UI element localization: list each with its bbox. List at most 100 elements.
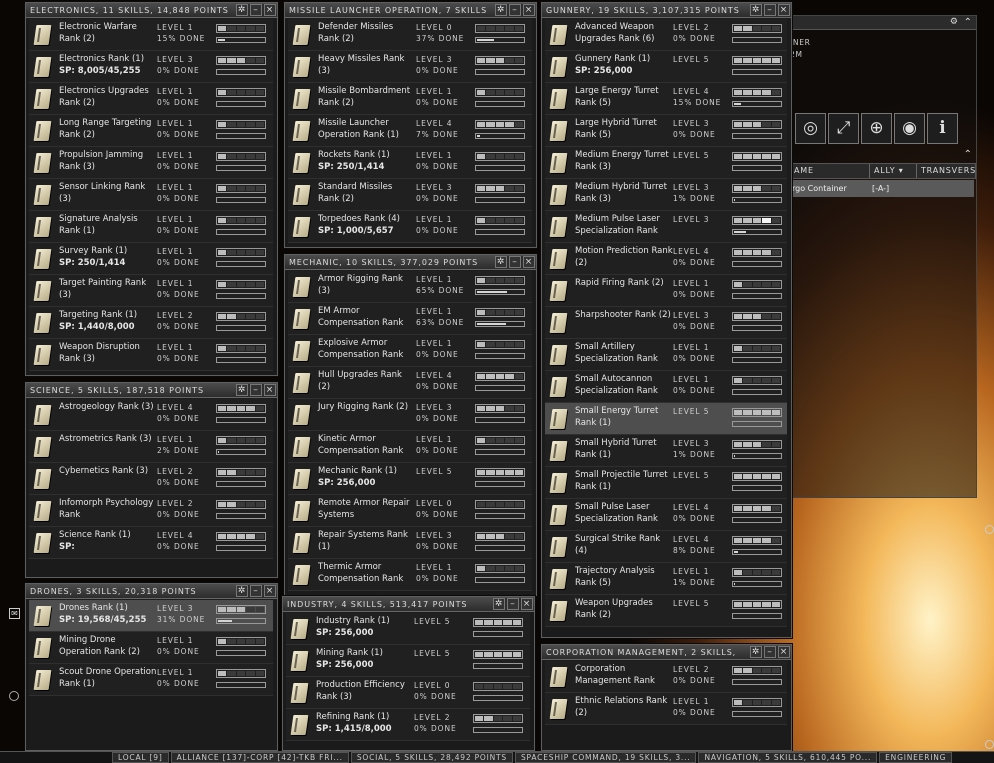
skill-row-mechanic-rank-1[interactable]: Mechanic Rank (1) SP: 256,000 LEVEL 5 [288,463,532,495]
skill-row-trajectory-analysis-rank-5[interactable]: Trajectory Analysis Rank (5) LEVEL 1 1% DO… [545,563,787,595]
settings-icon[interactable]: ✲ [236,384,248,396]
skill-row-large-hybrid-turret-rank-5[interactable]: Large Hybrid Turret Rank (5) LEVEL 3 0% DO… [545,115,787,147]
skill-row-medium-energy-turret-rank-3[interactable]: Medium Energy Turret Rank (3) LEVEL 5 [545,147,787,179]
skill-row-rapid-firing-rank-2[interactable]: Rapid Firing Rank (2) LEVEL 1 0% DONE [545,275,787,307]
settings-icon[interactable]: ✲ [495,256,507,268]
skill-row-corporation-management-rank[interactable]: Corporation Management Rank LEVEL 2 0% DON… [545,661,787,693]
skill-row-missile-launcher-operation-rank-1[interactable]: Missile Launcher Operation Rank (1) LEVEL… [288,115,532,147]
skill-row-propulsion-jamming-rank-3[interactable]: Propulsion Jamming Rank (3) LEVEL 1 0% DON… [29,147,273,179]
taskbar-item-spaceship-command-19-ski[interactable]: SPACESHIP COMMAND, 19 SKILLS, 3... [514,752,697,763]
skill-row-remote-armor-repair-systems[interactable]: Remote Armor Repair Systems LEVEL 0 0% DON… [288,495,532,527]
collapse-icon[interactable]: ⌃ [964,17,972,28]
approach-icon[interactable]: ⤢ [828,113,859,144]
skill-row-science-rank-1[interactable]: Science Rank (1) SP: LEVEL 4 0% DONE [29,527,273,559]
skill-row-explosive-armor-compensation-rank[interactable]: Explosive Armor Compensation Rank LEVEL 1… [288,335,532,367]
skill-row-mining-rank-1[interactable]: Mining Rank (1) SP: 256,000 LEVEL 5 [286,645,530,677]
skill-row-missile-bombardment-rank-2[interactable]: Missile Bombardment Rank (2) LEVEL 1 0% DO… [288,83,532,115]
skill-row-sharpshooter-rank-2[interactable]: Sharpshooter Rank (2) LEVEL 3 0% DONE [545,307,787,339]
minimize-icon[interactable]: – [509,4,521,16]
settings-icon[interactable]: ✲ [750,4,762,16]
minimize-icon[interactable]: – [764,646,776,658]
panel-title-bar[interactable]: DRONES, 3 SKILLS, 20,318 POINTS ✲ – × [26,584,277,599]
settings-icon[interactable]: ✲ [495,4,507,16]
skill-row-repair-systems-rank-1[interactable]: Repair Systems Rank (1) LEVEL 3 0% DONE [288,527,532,559]
skill-row-advanced-weapon-upgrades-rank-6[interactable]: Advanced Weapon Upgrades Rank (6) LEVEL 2… [545,19,787,51]
skill-row-ethnic-relations-rank-2[interactable]: Ethnic Relations Rank (2) LEVEL 1 0% DONE [545,693,787,725]
skill-row-electronics-rank-1[interactable]: Electronics Rank (1) SP: 8,005/45,255 LEVE… [29,51,273,83]
info-icon[interactable]: i [927,113,958,144]
taskbar-item-engineering[interactable]: ENGINEERING [879,752,953,763]
minimize-icon[interactable]: – [250,384,262,396]
close-icon[interactable]: × [523,256,535,268]
skill-row-rockets-rank-1[interactable]: Rockets Rank (1) SP: 250/1,414 LEVEL 1 0% D… [288,147,532,179]
skill-row-weapon-disruption-rank-3[interactable]: Weapon Disruption Rank (3) LEVEL 1 0% DONE [29,339,273,371]
eye-icon[interactable]: ◉ [894,113,925,144]
settings-icon[interactable]: ✲ [750,646,762,658]
skill-row-survey-rank-1[interactable]: Survey Rank (1) SP: 250/1,414 LEVEL 1 0% DO… [29,243,273,275]
skill-row-small-artillery-specialization-rank[interactable]: Small Artillery Specialization Rank LEVEL… [545,339,787,371]
skill-row-thermic-armor-compensation-rank[interactable]: Thermic Armor Compensation Rank LEVEL 1 0%… [288,559,532,591]
skill-row-medium-pulse-laser-specialization-rank[interactable]: Medium Pulse Laser Specialization Rank LE… [545,211,787,243]
close-icon[interactable]: × [264,384,276,396]
minimize-icon[interactable]: – [250,585,262,597]
skill-row-cybernetics-rank-3[interactable]: Cybernetics Rank (3) LEVEL 2 0% DONE [29,463,273,495]
skill-row-surgical-strike-rank-4[interactable]: Surgical Strike Rank (4) LEVEL 4 8% DONE [545,531,787,563]
skill-row-small-autocannon-specialization-rank[interactable]: Small Autocannon Specialization Rank LEVE… [545,371,787,403]
skill-row-standard-missiles-rank-2[interactable]: Standard Missiles Rank (2) LEVEL 3 0% DONE [288,179,532,211]
overview-selected-row[interactable]: rgo Container [-A-] [788,180,974,197]
collapse-icon[interactable]: ⌃ [964,149,972,160]
close-icon[interactable]: × [521,598,533,610]
skill-row-jury-rigging-rank-2[interactable]: Jury Rigging Rank (2) LEVEL 3 0% DONE [288,399,532,431]
target-lock-icon[interactable]: ⊕ [861,113,892,144]
skill-row-mining-drone-operation-rank-2[interactable]: Mining Drone Operation Rank (2) LEVEL 1 0%… [29,632,273,664]
minimize-icon[interactable]: – [509,256,521,268]
close-icon[interactable]: × [264,585,276,597]
skill-row-kinetic-armor-compensation-rank[interactable]: Kinetic Armor Compensation Rank LEVEL 1 0%… [288,431,532,463]
close-icon[interactable]: × [778,4,790,16]
skill-row-weapon-upgrades-rank-2[interactable]: Weapon Upgrades Rank (2) LEVEL 5 [545,595,787,627]
taskbar-item-alliance-137-corp-42-tkb[interactable]: ALLIANCE [137]-CORP [42]-TKB FRI... [170,752,349,763]
column-transverse[interactable]: TRANSVERS [916,164,976,178]
skill-row-long-range-targeting-rank-2[interactable]: Long Range Targeting Rank (2) LEVEL 1 0% D… [29,115,273,147]
settings-icon[interactable]: ✲ [493,598,505,610]
skill-row-heavy-missiles-rank-3[interactable]: Heavy Missiles Rank (3) LEVEL 3 0% DONE [288,51,532,83]
skill-row-electronic-warfare-rank-2[interactable]: Electronic Warfare Rank (2) LEVEL 1 15% DO… [29,19,273,51]
skill-row-astrometrics-rank-3[interactable]: Astrometrics Rank (3) LEVEL 1 2% DONE [29,431,273,463]
skill-row-medium-hybrid-turret-rank-3[interactable]: Medium Hybrid Turret Rank (3) LEVEL 3 1% D… [545,179,787,211]
close-icon[interactable]: × [264,4,276,16]
settings-icon[interactable]: ✲ [236,4,248,16]
skill-row-em-armor-compensation-rank[interactable]: EM Armor Compensation Rank LEVEL 1 63% DON… [288,303,532,335]
skill-row-target-painting-rank-3[interactable]: Target Painting Rank (3) LEVEL 1 0% DONE [29,275,273,307]
skill-row-drones-rank-1[interactable]: Drones Rank (1) SP: 19,568/45,255 LEVEL 3 3… [29,600,273,632]
skill-row-motion-prediction-rank-2[interactable]: Motion Prediction Rank (2) LEVEL 4 0% DONE [545,243,787,275]
panel-title-bar[interactable]: GUNNERY, 19 SKILLS, 3,107,315 POINTS ✲ – × [542,3,791,18]
skill-row-electronics-upgrades-rank-2[interactable]: Electronics Upgrades Rank (2) LEVEL 1 0% D… [29,83,273,115]
minimize-icon[interactable]: – [764,4,776,16]
skill-row-production-efficiency-rank-3[interactable]: Production Efficiency Rank (3) LEVEL 0 0% … [286,677,530,709]
column-name[interactable]: AME [794,164,814,178]
minimize-icon[interactable]: – [507,598,519,610]
skill-row-defender-missiles-rank-2[interactable]: Defender Missiles Rank (2) LEVEL 0 37% DON… [288,19,532,51]
taskbar-item-navigation-5-skills-610-[interactable]: NAVIGATION, 5 SKILLS, 610,445 PO... [698,752,878,763]
panel-title-bar[interactable]: SCIENCE, 5 SKILLS, 187,518 POINTS ✲ – × [26,383,277,398]
orbit-icon[interactable]: ◎ [795,113,826,144]
taskbar-item-local-9[interactable]: LOCAL [9] [112,752,169,763]
skill-row-scout-drone-operation-rank-1[interactable]: Scout Drone Operation Rank (1) LEVEL 1 0% … [29,664,273,696]
skill-row-infomorph-psychology-rank[interactable]: Infomorph Psychology Rank LEVEL 2 0% DONE [29,495,273,527]
skill-row-targeting-rank-1[interactable]: Targeting Rank (1) SP: 1,440/8,000 LEVEL 2… [29,307,273,339]
skill-row-sensor-linking-rank-3[interactable]: Sensor Linking Rank (3) LEVEL 1 0% DONE [29,179,273,211]
panel-title-bar[interactable]: CORPORATION MANAGEMENT, 2 SKILLS, ✲ – × [542,645,791,660]
skill-row-small-hybrid-turret-rank-1[interactable]: Small Hybrid Turret Rank (1) LEVEL 3 1% DO… [545,435,787,467]
panel-title-bar[interactable]: MISSILE LAUNCHER OPERATION, 7 SKILLS ✲ – × [285,3,536,18]
panel-title-bar[interactable]: ELECTRONICS, 11 SKILLS, 14,848 POINTS ✲ – × [26,3,277,18]
close-icon[interactable]: × [778,646,790,658]
taskbar-item-social-5-skills-28-492-p[interactable]: SOCIAL, 5 SKILLS, 28,492 POINTS [350,752,513,763]
column-ally[interactable]: ALLY ▾ [869,164,909,178]
skill-row-large-energy-turret-rank-5[interactable]: Large Energy Turret Rank (5) LEVEL 4 15% D… [545,83,787,115]
settings-icon[interactable]: ✲ [236,585,248,597]
panel-title-bar[interactable]: MECHANIC, 10 SKILLS, 377,029 POINTS ✲ – × [285,255,536,270]
skill-row-small-projectile-turret-rank-1[interactable]: Small Projectile Turret Rank (1) LEVEL 5 [545,467,787,499]
skill-row-armor-rigging-rank-3[interactable]: Armor Rigging Rank (3) LEVEL 1 65% DONE [288,271,532,303]
skill-row-industry-rank-1[interactable]: Industry Rank (1) SP: 256,000 LEVEL 5 [286,613,530,645]
panel-title-bar[interactable]: INDUSTRY, 4 SKILLS, 513,417 POINTS ✲ – × [283,597,534,612]
